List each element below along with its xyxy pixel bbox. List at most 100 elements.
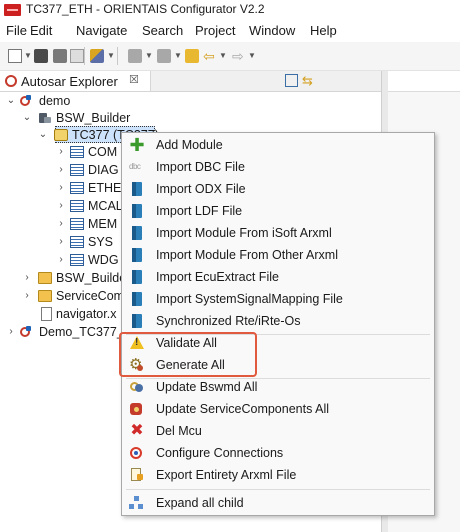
file-icon xyxy=(41,307,52,321)
project-icon xyxy=(20,326,34,338)
toolbar: ▼ ▼ ▼ ▼ ⇦ ▼ ⇨ ▼ xyxy=(0,42,460,71)
expand-toggle-icon[interactable]: › xyxy=(56,215,66,233)
menu-navigate[interactable]: Navigate xyxy=(76,23,127,38)
menu-item-configure-connections[interactable]: Configure Connections xyxy=(122,442,434,464)
build-dropdown-icon[interactable]: ▼ xyxy=(107,51,115,60)
expand-toggle-icon[interactable]: › xyxy=(56,251,66,269)
save-icon[interactable] xyxy=(34,49,48,63)
menu-item-label: Add Module xyxy=(156,138,223,152)
forward-icon[interactable]: ⇨ xyxy=(232,49,246,63)
prev-annotation-icon[interactable] xyxy=(157,49,171,63)
menu-item-label: Import DBC File xyxy=(156,160,245,174)
document-icon xyxy=(129,270,145,284)
add-icon: ✚ xyxy=(129,135,145,155)
expand-toggle-icon[interactable]: ⌄ xyxy=(38,126,48,144)
expand-toggle-icon[interactable]: ⌄ xyxy=(6,92,16,110)
expand-toggle-icon[interactable]: ⌄ xyxy=(22,109,32,127)
back-dropdown-icon[interactable]: ▼ xyxy=(219,51,227,60)
menu-item-label: Export Entirety Arxml File xyxy=(156,468,297,482)
menu-search[interactable]: Search xyxy=(142,23,183,38)
menu-item-label: Del Mcu xyxy=(156,424,202,438)
save-all-icon[interactable] xyxy=(53,49,67,63)
service-icon xyxy=(129,402,145,416)
title-bar: TC377_ETH - ORIENTAIS Configurator V2.2 xyxy=(0,0,460,20)
tree-node-bsw-builder[interactable]: ⌄ BSW_Builder xyxy=(0,109,380,127)
tree-node-demo[interactable]: ⌄ demo xyxy=(0,92,380,110)
mcu-chip-icon xyxy=(54,129,68,141)
menu-item-import-isoft-arxml[interactable]: Import Module From iSoft Arxml xyxy=(122,222,434,244)
tree-label: BSW_Builde xyxy=(56,271,127,285)
link-editor-icon[interactable]: ⇆ xyxy=(302,74,315,87)
menu-help[interactable]: Help xyxy=(310,23,337,38)
module-icon xyxy=(70,164,84,176)
menu-project[interactable]: Project xyxy=(195,23,235,38)
next-annotation-dropdown-icon[interactable]: ▼ xyxy=(145,51,153,60)
module-icon xyxy=(70,146,84,158)
expand-toggle-icon[interactable]: › xyxy=(56,179,66,197)
menu-item-import-ldf[interactable]: Import LDF File xyxy=(122,200,434,222)
forward-dropdown-icon[interactable]: ▼ xyxy=(248,51,256,60)
menu-item-import-other-arxml[interactable]: Import Module From Other Arxml xyxy=(122,244,434,266)
back-icon[interactable]: ⇦ xyxy=(203,49,217,63)
tree-label: demo xyxy=(39,94,71,108)
close-icon[interactable]: ☒ xyxy=(129,73,139,86)
menu-item-label: Configure Connections xyxy=(156,446,284,460)
tree-label: MCAL xyxy=(88,199,123,213)
expand-toggle-icon[interactable]: › xyxy=(6,323,16,341)
menu-item-import-odx[interactable]: Import ODX File xyxy=(122,178,434,200)
expand-toggle-icon[interactable]: › xyxy=(56,233,66,251)
annotation-highlight-box xyxy=(119,332,257,377)
menu-item-del-mcu[interactable]: ✖ Del Mcu xyxy=(122,420,434,442)
document-icon xyxy=(129,314,145,328)
expand-toggle-icon[interactable]: › xyxy=(22,269,32,287)
tree-label: WDG xyxy=(88,253,119,267)
menu-item-label: Synchronized Rte/iRte-Os xyxy=(156,314,301,328)
tree-label: COM xyxy=(88,145,118,159)
module-icon xyxy=(70,254,84,266)
menu-window[interactable]: Window xyxy=(249,23,295,38)
tree-label: SYS xyxy=(88,235,114,249)
bsw-builder-icon xyxy=(38,112,52,124)
project-icon xyxy=(20,95,34,107)
menu-item-label: Update ServiceComponents All xyxy=(156,402,330,416)
properties-icon[interactable] xyxy=(70,49,84,63)
menu-item-add-module[interactable]: ✚ Add Module xyxy=(122,134,434,156)
tab-autosar-explorer[interactable]: Autosar Explorer ☒ xyxy=(0,71,151,91)
explorer-icon xyxy=(5,75,17,87)
menu-file[interactable]: File xyxy=(6,23,27,38)
new-dropdown-icon[interactable]: ▼ xyxy=(24,51,32,60)
menu-item-expand-all-child[interactable]: Expand all child xyxy=(122,492,434,514)
menu-item-export-arxml[interactable]: Export Entirety Arxml File xyxy=(122,464,434,486)
app-logo-icon xyxy=(4,4,21,16)
module-icon xyxy=(70,218,84,230)
prev-annotation-dropdown-icon[interactable]: ▼ xyxy=(174,51,182,60)
toolbar-separator xyxy=(117,47,118,65)
dbc-icon: dbc xyxy=(129,162,141,171)
expand-toggle-icon[interactable]: › xyxy=(56,197,66,215)
menu-item-import-ecuextract[interactable]: Import EcuExtract File xyxy=(122,266,434,288)
collapse-all-icon[interactable] xyxy=(285,74,298,87)
expand-toggle-icon[interactable]: › xyxy=(56,161,66,179)
folder-icon xyxy=(38,272,52,284)
expand-toggle-icon[interactable]: › xyxy=(56,143,66,161)
menu-edit[interactable]: Edit xyxy=(30,23,52,38)
menu-item-update-bswmd[interactable]: Update Bswmd All xyxy=(122,376,434,398)
tree-label: navigator.x xyxy=(56,307,117,321)
export-icon xyxy=(129,468,145,482)
menu-item-import-dbc[interactable]: dbc Import DBC File xyxy=(122,156,434,178)
menu-item-import-systemsignalmapping[interactable]: Import SystemSignalMapping File xyxy=(122,288,434,310)
last-edit-icon[interactable] xyxy=(185,49,199,63)
expand-toggle-icon[interactable]: › xyxy=(22,287,32,305)
tree-label: MEM xyxy=(88,217,118,231)
build-icon[interactable] xyxy=(90,49,104,63)
menu-separator xyxy=(126,489,430,490)
tree-label: DIAG xyxy=(88,163,119,177)
document-icon xyxy=(129,204,145,218)
next-annotation-icon[interactable] xyxy=(128,49,142,63)
menu-item-synchronized-rte[interactable]: Synchronized Rte/iRte-Os xyxy=(122,310,434,332)
delete-icon: ✖ xyxy=(130,422,144,439)
menu-item-update-servicecomponents[interactable]: Update ServiceComponents All xyxy=(122,398,434,420)
view-tab-bar: Autosar Explorer ☒ ⇆ xyxy=(0,71,381,92)
window-title: TC377_ETH - ORIENTAIS Configurator V2.2 xyxy=(26,2,265,16)
new-icon[interactable] xyxy=(8,49,22,63)
